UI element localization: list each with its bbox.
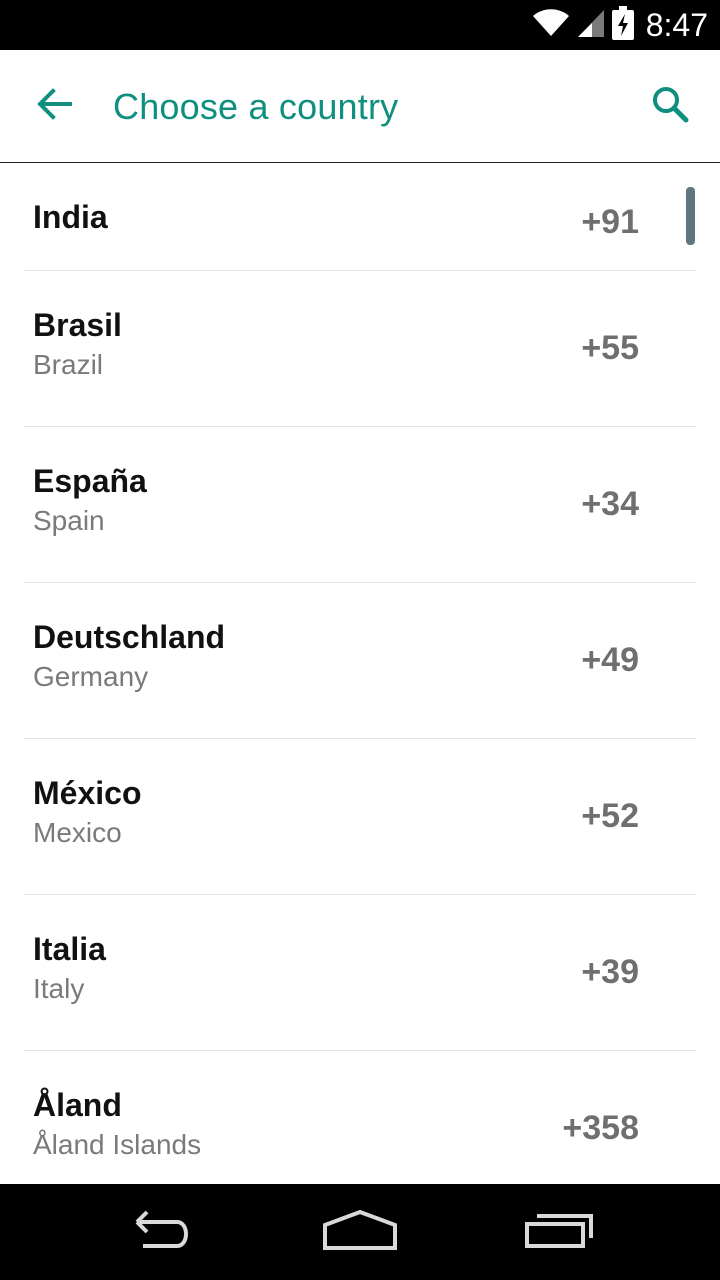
scrollbar[interactable] bbox=[686, 187, 695, 245]
nav-back-button[interactable] bbox=[112, 1202, 208, 1262]
status-icons: 8:47 bbox=[532, 0, 708, 50]
home-nav-icon bbox=[322, 1209, 398, 1256]
country-list[interactable]: India +91 Brasil Brazil +55 España Spain… bbox=[0, 163, 720, 1184]
country-dial-code: +358 bbox=[562, 1109, 639, 1147]
list-item[interactable]: México Mexico +52 bbox=[24, 739, 696, 895]
cell-signal-icon bbox=[576, 8, 606, 43]
country-dial-code: +52 bbox=[581, 797, 639, 835]
back-button[interactable] bbox=[26, 78, 82, 134]
country-english-name: Mexico bbox=[33, 817, 122, 848]
country-english-name: Germany bbox=[33, 661, 149, 692]
screen: 8:47 Choose a country India +91 Brasil B… bbox=[0, 0, 720, 1280]
country-english-name: Åland Islands bbox=[33, 1129, 202, 1160]
recents-nav-icon bbox=[523, 1210, 597, 1255]
back-nav-icon bbox=[125, 1210, 195, 1255]
country-native-name: Brasil bbox=[33, 307, 122, 343]
list-item[interactable]: Brasil Brazil +55 bbox=[24, 271, 696, 427]
country-english-name: Brazil bbox=[33, 349, 104, 380]
list-item[interactable]: Italia Italy +39 bbox=[24, 895, 696, 1051]
list-item[interactable]: España Spain +34 bbox=[24, 427, 696, 583]
list-item[interactable]: Åland Åland Islands +358 bbox=[24, 1051, 696, 1184]
country-native-name: Åland bbox=[33, 1087, 122, 1123]
list-item[interactable]: Deutschland Germany +49 bbox=[24, 583, 696, 739]
wifi-icon bbox=[532, 8, 570, 43]
country-native-name: Italia bbox=[33, 931, 106, 967]
country-dial-code: +39 bbox=[581, 953, 639, 991]
battery-charging-icon bbox=[611, 5, 634, 45]
list-item[interactable]: India +91 bbox=[24, 163, 696, 271]
country-native-name: Deutschland bbox=[33, 619, 226, 655]
country-native-name: India bbox=[33, 199, 108, 235]
status-bar: 8:47 bbox=[0, 0, 720, 50]
app-bar: Choose a country bbox=[0, 50, 720, 163]
country-native-name: México bbox=[33, 775, 142, 811]
country-dial-code: +49 bbox=[581, 641, 639, 679]
nav-recents-button[interactable] bbox=[512, 1202, 608, 1262]
country-english-name: Italy bbox=[33, 973, 85, 1004]
page-title: Choose a country bbox=[113, 86, 399, 127]
country-dial-code: +91 bbox=[581, 203, 639, 241]
status-time: 8:47 bbox=[645, 6, 708, 43]
country-dial-code: +34 bbox=[581, 485, 639, 523]
arrow-back-icon bbox=[36, 87, 72, 125]
country-dial-code: +55 bbox=[581, 329, 639, 367]
search-button[interactable] bbox=[640, 78, 700, 134]
nav-home-button[interactable] bbox=[312, 1202, 408, 1262]
navigation-bar bbox=[0, 1184, 720, 1280]
search-icon bbox=[651, 85, 689, 128]
country-native-name: España bbox=[33, 463, 147, 499]
country-english-name: Spain bbox=[33, 505, 105, 536]
